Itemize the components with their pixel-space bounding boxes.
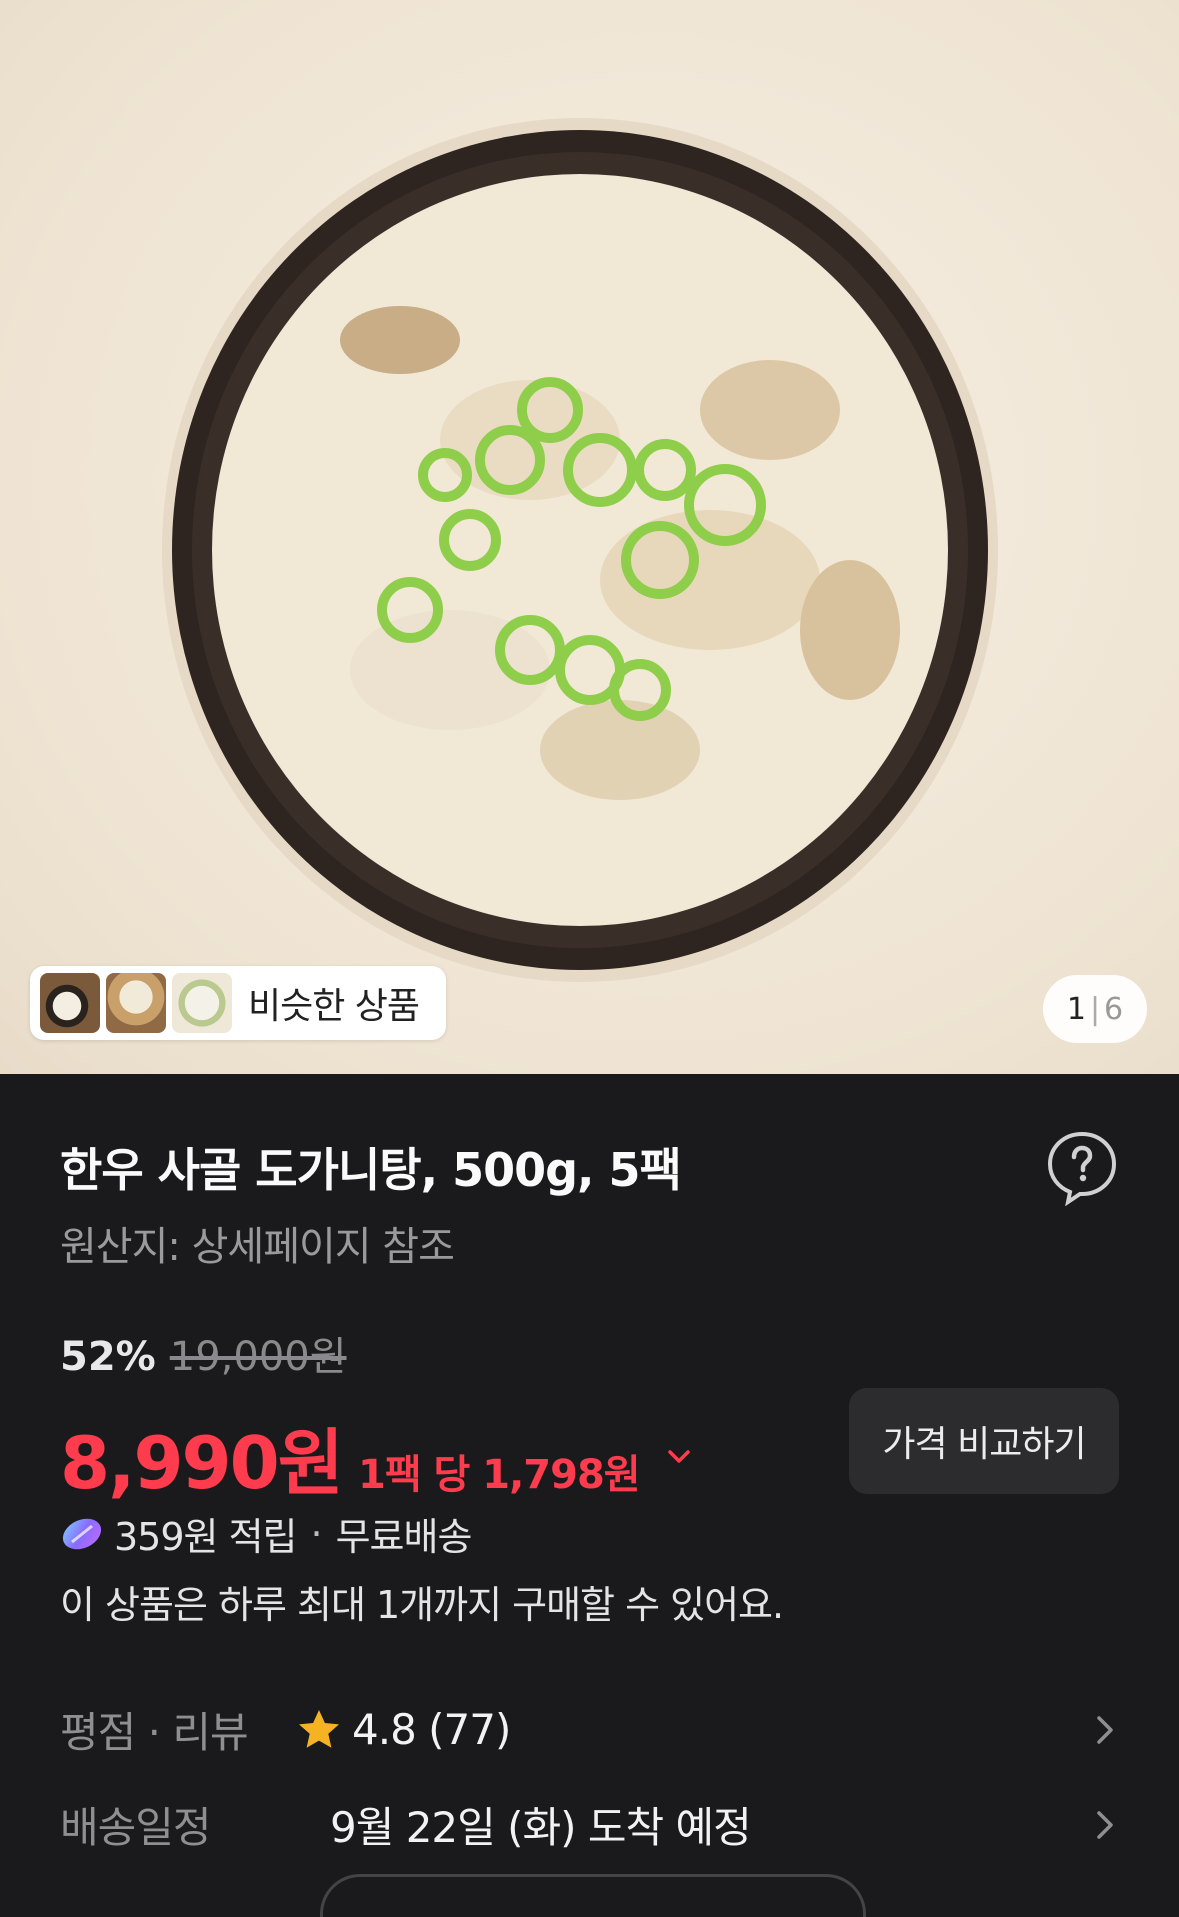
similar-product-thumbnail <box>106 973 166 1033</box>
question-help-icon[interactable] <box>1046 1130 1118 1206</box>
price-row: 8,990원 1팩 당 1,798원 <box>60 1404 694 1509</box>
similar-product-thumbnail <box>40 973 100 1033</box>
purchase-limit-notice: 이 상품은 하루 최대 1개까지 구매할 수 있어요. <box>60 1583 784 1627</box>
delivery-schedule-row[interactable]: 배송일정 9월 22일 (화) 도착 예정 <box>60 1794 1119 1855</box>
product-photo <box>162 118 998 982</box>
page-separator: | <box>1089 991 1101 1027</box>
delivery-date: 9월 22일 (화) 도착 예정 <box>330 1803 752 1852</box>
separator-dot: · <box>310 1511 323 1556</box>
chevron-right-icon[interactable] <box>1091 1713 1119 1747</box>
free-shipping: 무료배송 <box>335 1515 473 1559</box>
compare-price-button[interactable]: 가격 비교하기 <box>849 1388 1119 1494</box>
page-total: 6 <box>1104 991 1124 1027</box>
partial-option-button[interactable] <box>320 1874 866 1917</box>
unit-price-toggle[interactable]: 1팩 당 1,798원 <box>358 1442 641 1500</box>
product-info-panel: 한우 사골 도가니탕, 500g, 5팩 원산지: 상세페이지 참조 52% 1… <box>0 1074 1179 1917</box>
chevron-right-icon[interactable] <box>1091 1808 1119 1842</box>
original-price: 19,000원 <box>169 1334 347 1380</box>
reward-points-icon <box>62 1518 102 1549</box>
sale-price: 8,990원 <box>60 1421 344 1505</box>
product-origin: 원산지: 상세페이지 참조 <box>60 1224 455 1270</box>
chevron-down-icon[interactable] <box>664 1442 694 1472</box>
similar-product-thumbnail <box>172 973 232 1033</box>
star-icon <box>299 1709 339 1748</box>
discount-row: 52% 19,000원 <box>60 1324 347 1382</box>
similar-products-button[interactable]: 비슷한 상품 <box>30 966 446 1040</box>
similar-products-label: 비슷한 상품 <box>248 986 420 1027</box>
product-image-gallery[interactable]: 비슷한 상품 1 | 6 <box>0 0 1179 1074</box>
discount-rate: 52% <box>60 1334 156 1380</box>
rating-value: 4.8 (77) <box>352 1705 511 1754</box>
image-page-indicator: 1 | 6 <box>1043 975 1147 1043</box>
product-title: 한우 사골 도가니탕, 500g, 5팩 <box>60 1143 682 1197</box>
delivery-label: 배송일정 <box>60 1803 212 1852</box>
reward-points: 359원 적립 <box>114 1515 297 1559</box>
page-current: 1 <box>1066 991 1086 1027</box>
benefit-row: 359원 적립 · 무료배송 <box>60 1506 473 1561</box>
rating-label: 평점 · 리뷰 <box>60 1708 249 1757</box>
rating-review-row[interactable]: 평점 · 리뷰 4.8 (77) <box>60 1699 1119 1760</box>
